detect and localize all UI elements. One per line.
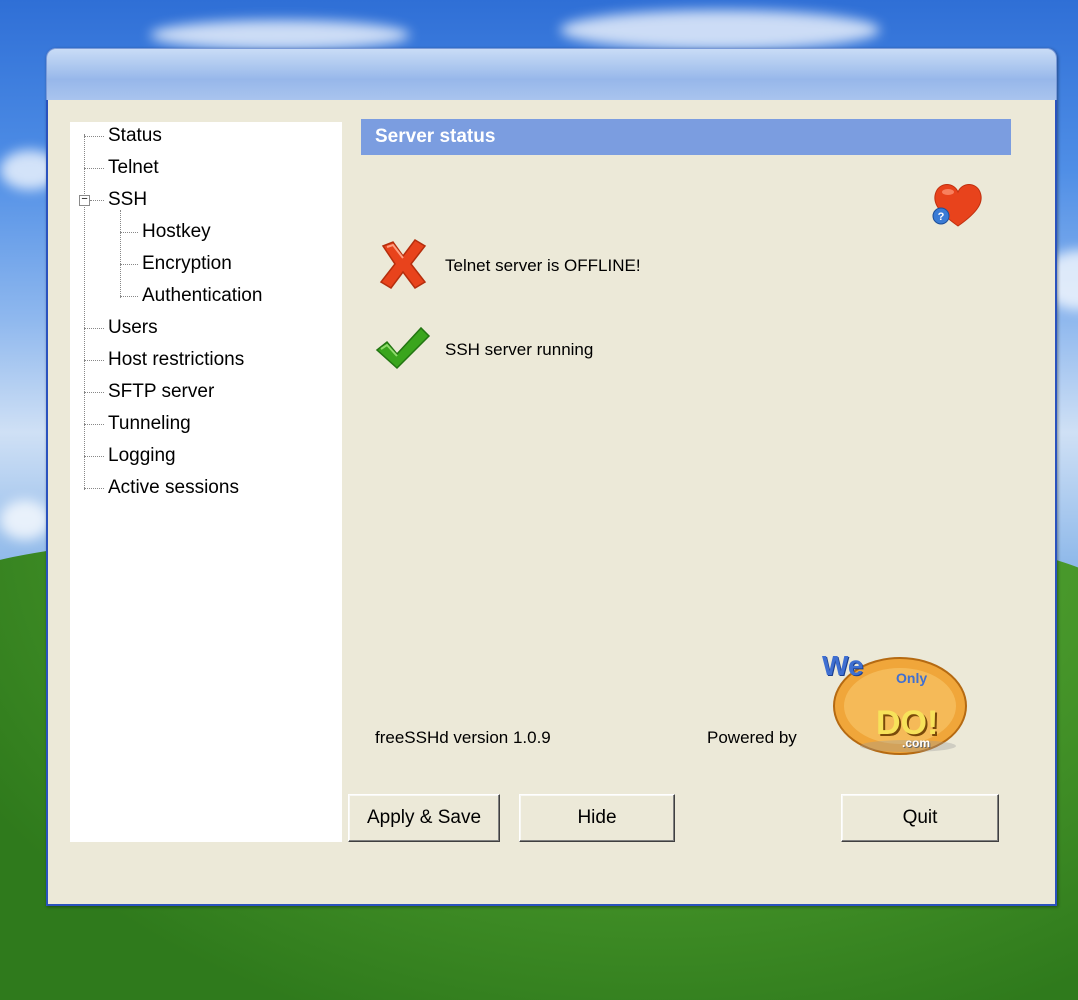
- tree-item-label: Telnet: [108, 157, 159, 178]
- server-status-header: Server status: [361, 119, 1011, 155]
- ssh-status-text: SSH server running: [445, 340, 594, 359]
- logo-text-we: We: [822, 650, 864, 681]
- tree-item-active-sessions[interactable]: Active sessions: [106, 476, 241, 500]
- tree-item-label: SFTP server: [108, 381, 215, 402]
- tree-item-encryption[interactable]: Encryption: [140, 252, 234, 276]
- tree-item-hostkey[interactable]: Hostkey: [140, 220, 213, 244]
- tree-item-sftp-server[interactable]: SFTP server: [106, 380, 216, 404]
- hide-button[interactable]: Hide: [519, 794, 675, 842]
- apply-save-button[interactable]: Apply & Save: [348, 794, 500, 842]
- telnet-status-text: Telnet server is OFFLINE!: [445, 256, 641, 275]
- tree-item-label: Authentication: [142, 285, 263, 306]
- version-label: freeSSHd version 1.0.9: [375, 728, 551, 747]
- logo-text-only: Only: [896, 670, 928, 686]
- tree-item-host-restrictions[interactable]: Host restrictions: [106, 348, 246, 372]
- ssh-collapse-toggle[interactable]: −: [79, 195, 90, 206]
- tree-item-status[interactable]: Status: [106, 124, 164, 148]
- tree-item-logging[interactable]: Logging: [106, 444, 178, 468]
- tree-item-label: Users: [108, 317, 158, 338]
- tree-item-tunneling[interactable]: Tunneling: [106, 412, 193, 436]
- powered-by-label: Powered by: [707, 728, 797, 747]
- telnet-status-row: Telnet server is OFFLINE!: [375, 238, 641, 294]
- tree-item-label: Host restrictions: [108, 349, 245, 370]
- tree-item-label: Encryption: [142, 253, 232, 274]
- green-check-icon: [375, 324, 431, 377]
- ssh-status-row: SSH server running: [375, 322, 593, 378]
- svg-text:?: ?: [938, 211, 945, 223]
- tree-item-label: Status: [108, 125, 162, 146]
- red-x-icon: [375, 236, 431, 297]
- logo-text-com: .com: [902, 736, 931, 750]
- tree-item-authentication[interactable]: Authentication: [140, 284, 264, 308]
- tree-item-label: Active sessions: [108, 477, 239, 498]
- tree-item-label: Logging: [108, 445, 176, 466]
- tree-item-label: Hostkey: [142, 221, 211, 242]
- window-titlebar[interactable]: [46, 48, 1057, 100]
- tree-item-label: Tunneling: [108, 413, 191, 434]
- heart-help-icon[interactable]: ?: [928, 178, 988, 230]
- we-only-do-logo[interactable]: We Only DO! .com: [818, 648, 978, 758]
- tree-item-ssh[interactable]: SSH: [106, 188, 149, 212]
- tree-item-label: SSH: [108, 189, 148, 210]
- freesshd-window: − Status Telnet SSH Hostkey Encryption A…: [46, 48, 1057, 906]
- quit-button[interactable]: Quit: [841, 794, 999, 842]
- tree-item-telnet[interactable]: Telnet: [106, 156, 161, 180]
- navigation-tree: − Status Telnet SSH Hostkey Encryption A…: [70, 122, 342, 842]
- tree-item-users[interactable]: Users: [106, 316, 160, 340]
